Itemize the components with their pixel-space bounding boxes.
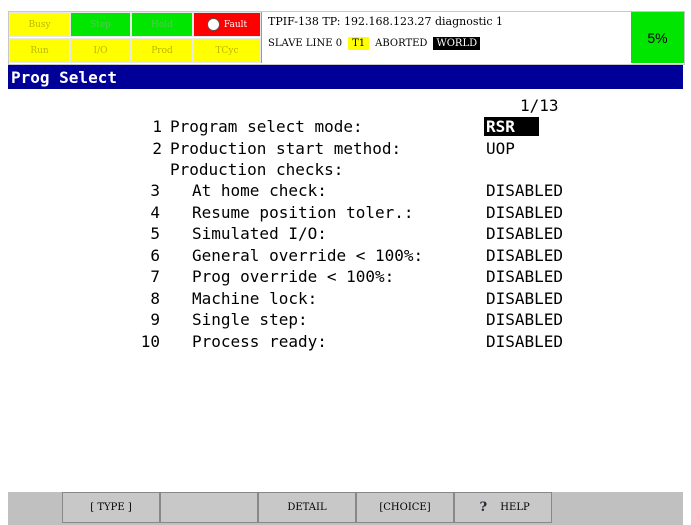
item-value[interactable]: UOP xyxy=(486,139,515,158)
fkey-spacer xyxy=(8,492,62,523)
detail-button[interactable]: DETAIL xyxy=(258,492,356,523)
item-value[interactable]: DISABLED xyxy=(486,181,563,200)
prod-label: Prod xyxy=(151,45,173,56)
item-value[interactable]: DISABLED xyxy=(486,332,563,351)
item-number: 10 xyxy=(140,332,160,351)
step-label: Step xyxy=(90,19,111,30)
run-led: Run xyxy=(9,38,70,63)
item-value[interactable]: DISABLED xyxy=(486,310,563,329)
type-button[interactable]: [ TYPE ] xyxy=(62,492,160,523)
teach-pendant-screen: Busy Step Hold Fault Run I/O Prod TCyc T… xyxy=(0,0,691,525)
program-status: SLAVE LINE 0 xyxy=(268,38,343,49)
item-number: 2 xyxy=(152,139,162,158)
type-label: [ TYPE ] xyxy=(90,502,132,513)
screen-title: Prog Select xyxy=(8,65,683,89)
item-label: Production checks: xyxy=(170,160,344,179)
tcyc-label: TCyc xyxy=(215,45,239,56)
function-key-bar: [ TYPE ] DETAIL [CHOICE] ? HELP xyxy=(8,492,683,525)
f2-button[interactable] xyxy=(160,492,258,523)
item-number: 3 xyxy=(150,181,160,200)
item-value[interactable]: DISABLED xyxy=(486,267,563,286)
item-value[interactable]: RSR xyxy=(484,117,539,136)
item-number: 7 xyxy=(150,267,160,286)
item-number: 6 xyxy=(150,246,160,265)
fault-led: Fault xyxy=(193,12,261,37)
prod-led: Prod xyxy=(131,38,193,63)
coord-frame-badge: WORLD xyxy=(433,37,481,50)
hold-label: Hold xyxy=(151,19,173,30)
tcyc-led: TCyc xyxy=(193,38,261,63)
item-label: At home check: xyxy=(192,181,327,200)
item-label: General override < 100%: xyxy=(192,246,424,265)
item-value[interactable]: DISABLED xyxy=(486,246,563,265)
fault-indicator-icon xyxy=(206,18,220,31)
item-number: 5 xyxy=(150,224,160,243)
item-label: Machine lock: xyxy=(192,289,318,308)
status-panel: Busy Step Hold Fault Run I/O Prod TCyc T… xyxy=(8,11,685,65)
item-label: Program select mode: xyxy=(170,117,363,136)
help-label: HELP xyxy=(500,502,530,513)
item-label: Resume position toler.: xyxy=(192,203,414,222)
alarm-message: TPIF-138 TP: 192.168.123.27 diagnostic 1 xyxy=(268,15,504,28)
step-led: Step xyxy=(70,12,131,37)
hold-led: Hold xyxy=(131,12,193,37)
item-number: 9 xyxy=(150,310,160,329)
choice-label: [CHOICE] xyxy=(379,502,431,513)
busy-label: Busy xyxy=(28,19,51,30)
run-label: Run xyxy=(30,45,49,56)
help-icon: ? xyxy=(479,500,488,515)
item-number: 1 xyxy=(152,117,162,136)
busy-led: Busy xyxy=(9,12,70,37)
detail-label: DETAIL xyxy=(287,502,327,513)
item-label: Process ready: xyxy=(192,332,327,351)
item-label: Production start method: xyxy=(170,139,402,158)
io-label: I/O xyxy=(93,45,108,56)
io-led: I/O xyxy=(70,38,131,63)
item-value[interactable]: DISABLED xyxy=(486,224,563,243)
choice-button[interactable]: [CHOICE] xyxy=(356,492,454,523)
override-indicator: 5% xyxy=(631,12,684,63)
mode-badge: T1 xyxy=(348,37,370,50)
item-number: 8 xyxy=(150,289,160,308)
item-label: Prog override < 100%: xyxy=(192,267,395,286)
item-label: Single step: xyxy=(192,310,308,329)
message-box: TPIF-138 TP: 192.168.123.27 diagnostic 1… xyxy=(261,12,633,63)
item-label: Simulated I/O: xyxy=(192,224,327,243)
fkey-spacer-right xyxy=(552,492,683,523)
page-indicator: 1/13 xyxy=(520,96,559,115)
help-button[interactable]: ? HELP xyxy=(454,492,552,523)
fault-label: Fault xyxy=(223,19,248,30)
item-value[interactable]: DISABLED xyxy=(486,203,563,222)
item-number: 4 xyxy=(150,203,160,222)
status-line: SLAVE LINE 0 T1 ABORTED WORLD xyxy=(268,37,481,50)
item-value[interactable]: DISABLED xyxy=(486,289,563,308)
execution-state: ABORTED xyxy=(375,38,428,49)
